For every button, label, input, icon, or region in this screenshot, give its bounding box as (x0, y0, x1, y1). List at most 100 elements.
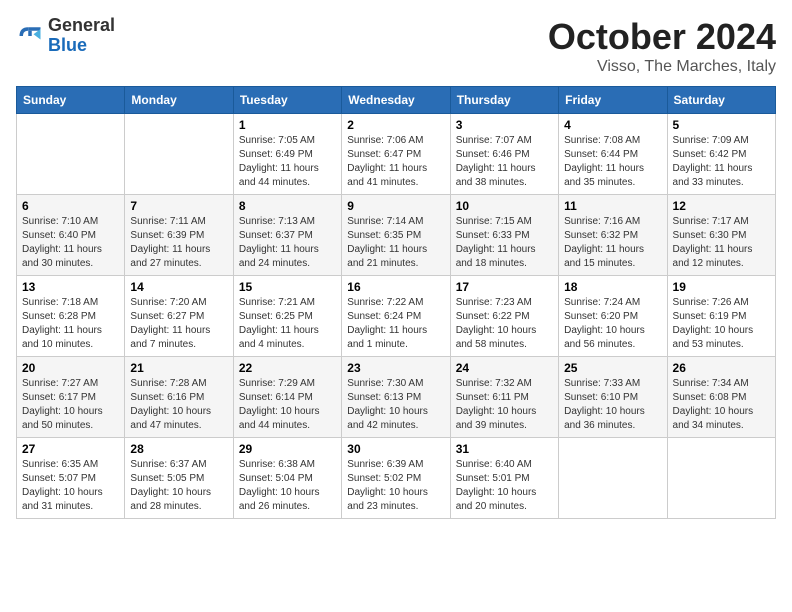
day-info: Sunrise: 6:38 AM Sunset: 5:04 PM Dayligh… (239, 458, 336, 514)
day-info: Sunrise: 7:30 AM Sunset: 6:13 PM Dayligh… (347, 377, 444, 433)
day-number: 7 (130, 199, 227, 213)
calendar-week-2: 6 Sunrise: 7:10 AM Sunset: 6:40 PM Daylig… (17, 195, 776, 276)
logo-text: General Blue (48, 16, 115, 56)
calendar-header-friday: Friday (559, 87, 667, 114)
calendar-cell: 15Sunrise: 7:21 AM Sunset: 6:25 PM Dayli… (233, 276, 341, 357)
day-number: 9 (347, 199, 444, 213)
day-info: Sunrise: 7:34 AM Sunset: 6:08 PM Dayligh… (673, 377, 770, 433)
calendar-cell: 11 Sunrise: 7:16 AM Sunset: 6:32 PM Dayli… (559, 195, 667, 276)
day-info: Sunrise: 7:16 AM Sunset: 6:32 PM Dayligh… (564, 215, 661, 271)
day-number: 24 (456, 361, 553, 375)
calendar-header-thursday: Thursday (450, 87, 558, 114)
day-number: 30 (347, 442, 444, 456)
day-number: 8 (239, 199, 336, 213)
calendar-cell: 22 Sunrise: 7:29 AM Sunset: 6:14 PM Dayli… (233, 357, 341, 438)
day-info: Sunrise: 7:06 AM Sunset: 6:47 PM Dayligh… (347, 134, 444, 190)
calendar-cell: 2 Sunrise: 7:06 AM Sunset: 6:47 PM Daylig… (342, 114, 450, 195)
calendar-cell: 13 Sunrise: 7:18 AM Sunset: 6:28 PM Dayli… (17, 276, 125, 357)
day-number: 17 (456, 280, 553, 294)
calendar-cell: 10Sunrise: 7:15 AM Sunset: 6:33 PM Dayli… (450, 195, 558, 276)
day-info: Sunrise: 7:11 AM Sunset: 6:39 PM Dayligh… (130, 215, 227, 271)
calendar-cell: 1Sunrise: 7:05 AM Sunset: 6:49 PM Daylig… (233, 114, 341, 195)
calendar-header-monday: Monday (125, 87, 233, 114)
location-title: Visso, The Marches, Italy (548, 58, 776, 76)
day-info: Sunrise: 7:20 AM Sunset: 6:27 PM Dayligh… (130, 296, 227, 352)
day-info: Sunrise: 7:15 AM Sunset: 6:33 PM Dayligh… (456, 215, 553, 271)
calendar-cell: 8Sunrise: 7:13 AM Sunset: 6:37 PM Daylig… (233, 195, 341, 276)
calendar-cell: 29 Sunrise: 6:38 AM Sunset: 5:04 PM Dayli… (233, 438, 341, 519)
calendar-cell: 5Sunrise: 7:09 AM Sunset: 6:42 PM Daylig… (667, 114, 775, 195)
calendar-cell: 14 Sunrise: 7:20 AM Sunset: 6:27 PM Dayli… (125, 276, 233, 357)
calendar-cell: 19 Sunrise: 7:26 AM Sunset: 6:19 PM Dayli… (667, 276, 775, 357)
day-info: Sunrise: 7:23 AM Sunset: 6:22 PM Dayligh… (456, 296, 553, 352)
day-number: 22 (239, 361, 336, 375)
calendar-cell: 28 Sunrise: 6:37 AM Sunset: 5:05 PM Dayli… (125, 438, 233, 519)
day-number: 14 (130, 280, 227, 294)
calendar-week-1: 1Sunrise: 7:05 AM Sunset: 6:49 PM Daylig… (17, 114, 776, 195)
calendar-cell (559, 438, 667, 519)
calendar-cell: 23Sunrise: 7:30 AM Sunset: 6:13 PM Dayli… (342, 357, 450, 438)
calendar-week-5: 27 Sunrise: 6:35 AM Sunset: 5:07 PM Dayli… (17, 438, 776, 519)
day-info: Sunrise: 6:37 AM Sunset: 5:05 PM Dayligh… (130, 458, 227, 514)
day-number: 16 (347, 280, 444, 294)
day-info: Sunrise: 7:22 AM Sunset: 6:24 PM Dayligh… (347, 296, 444, 352)
calendar-header-tuesday: Tuesday (233, 87, 341, 114)
day-number: 12 (673, 199, 770, 213)
day-info: Sunrise: 7:24 AM Sunset: 6:20 PM Dayligh… (564, 296, 661, 352)
day-number: 6 (22, 199, 119, 213)
calendar-header-row: SundayMondayTuesdayWednesdayThursdayFrid… (17, 87, 776, 114)
logo: General Blue (16, 16, 115, 56)
day-number: 28 (130, 442, 227, 456)
day-number: 13 (22, 280, 119, 294)
day-number: 26 (673, 361, 770, 375)
calendar-cell: 9 Sunrise: 7:14 AM Sunset: 6:35 PM Daylig… (342, 195, 450, 276)
calendar-week-3: 13 Sunrise: 7:18 AM Sunset: 6:28 PM Dayli… (17, 276, 776, 357)
day-info: Sunrise: 7:26 AM Sunset: 6:19 PM Dayligh… (673, 296, 770, 352)
day-number: 27 (22, 442, 119, 456)
calendar-cell: 7 Sunrise: 7:11 AM Sunset: 6:39 PM Daylig… (125, 195, 233, 276)
calendar-cell (17, 114, 125, 195)
day-number: 1 (239, 118, 336, 132)
day-info: Sunrise: 7:10 AM Sunset: 6:40 PM Dayligh… (22, 215, 119, 271)
day-info: Sunrise: 6:35 AM Sunset: 5:07 PM Dayligh… (22, 458, 119, 514)
logo-general: General (48, 16, 115, 36)
calendar-cell: 31Sunrise: 6:40 AM Sunset: 5:01 PM Dayli… (450, 438, 558, 519)
day-number: 29 (239, 442, 336, 456)
day-info: Sunrise: 7:21 AM Sunset: 6:25 PM Dayligh… (239, 296, 336, 352)
day-info: Sunrise: 7:32 AM Sunset: 6:11 PM Dayligh… (456, 377, 553, 433)
calendar-cell: 4 Sunrise: 7:08 AM Sunset: 6:44 PM Daylig… (559, 114, 667, 195)
day-number: 31 (456, 442, 553, 456)
day-number: 21 (130, 361, 227, 375)
calendar-cell (667, 438, 775, 519)
day-number: 18 (564, 280, 661, 294)
day-info: Sunrise: 7:27 AM Sunset: 6:17 PM Dayligh… (22, 377, 119, 433)
day-info: Sunrise: 7:14 AM Sunset: 6:35 PM Dayligh… (347, 215, 444, 271)
day-info: Sunrise: 7:28 AM Sunset: 6:16 PM Dayligh… (130, 377, 227, 433)
logo-icon (16, 22, 44, 50)
calendar-cell: 20 Sunrise: 7:27 AM Sunset: 6:17 PM Dayli… (17, 357, 125, 438)
calendar-cell: 3Sunrise: 7:07 AM Sunset: 6:46 PM Daylig… (450, 114, 558, 195)
day-info: Sunrise: 7:33 AM Sunset: 6:10 PM Dayligh… (564, 377, 661, 433)
day-number: 20 (22, 361, 119, 375)
calendar-header-wednesday: Wednesday (342, 87, 450, 114)
logo-blue: Blue (48, 36, 115, 56)
calendar-cell: 16 Sunrise: 7:22 AM Sunset: 6:24 PM Dayli… (342, 276, 450, 357)
calendar-week-4: 20 Sunrise: 7:27 AM Sunset: 6:17 PM Dayli… (17, 357, 776, 438)
calendar-cell: 21 Sunrise: 7:28 AM Sunset: 6:16 PM Dayli… (125, 357, 233, 438)
calendar-cell: 18 Sunrise: 7:24 AM Sunset: 6:20 PM Dayli… (559, 276, 667, 357)
calendar-cell: 6 Sunrise: 7:10 AM Sunset: 6:40 PM Daylig… (17, 195, 125, 276)
day-info: Sunrise: 7:18 AM Sunset: 6:28 PM Dayligh… (22, 296, 119, 352)
calendar-cell: 17 Sunrise: 7:23 AM Sunset: 6:22 PM Dayli… (450, 276, 558, 357)
day-info: Sunrise: 7:08 AM Sunset: 6:44 PM Dayligh… (564, 134, 661, 190)
day-number: 19 (673, 280, 770, 294)
day-number: 11 (564, 199, 661, 213)
day-number: 25 (564, 361, 661, 375)
title-area: October 2024 Visso, The Marches, Italy (548, 16, 776, 76)
calendar-header-sunday: Sunday (17, 87, 125, 114)
day-info: Sunrise: 7:29 AM Sunset: 6:14 PM Dayligh… (239, 377, 336, 433)
month-title: October 2024 (548, 16, 776, 58)
day-info: Sunrise: 7:09 AM Sunset: 6:42 PM Dayligh… (673, 134, 770, 190)
calendar-header-saturday: Saturday (667, 87, 775, 114)
day-number: 4 (564, 118, 661, 132)
day-number: 2 (347, 118, 444, 132)
